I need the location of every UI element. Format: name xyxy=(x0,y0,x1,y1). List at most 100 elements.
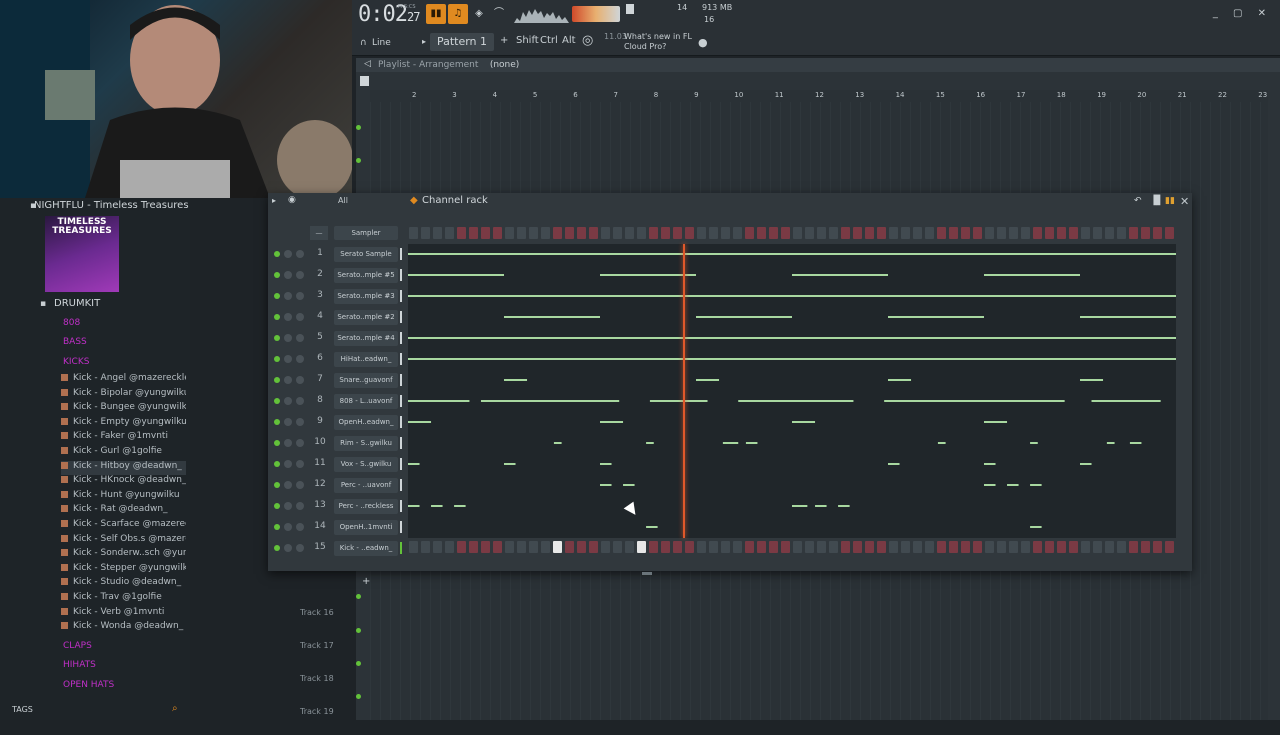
channel-name-button[interactable]: HiHat..eadwn_ xyxy=(334,352,398,367)
master-pitch-slider[interactable] xyxy=(626,4,634,14)
step-button[interactable] xyxy=(877,227,886,239)
step-button[interactable] xyxy=(997,227,1006,239)
channel-volume-knob[interactable] xyxy=(296,292,304,300)
step-button[interactable] xyxy=(433,227,442,239)
channel-name-button[interactable]: Snare..guavonf xyxy=(334,373,398,388)
channel-mute-led[interactable] xyxy=(274,377,280,383)
channel-select-bar[interactable] xyxy=(400,437,402,449)
channel-pan-knob[interactable] xyxy=(284,397,292,405)
browser-file-item[interactable]: Kick - Wonda @deadwn_ xyxy=(61,621,186,635)
channel-select-bar[interactable] xyxy=(400,332,402,344)
step-button[interactable] xyxy=(1153,227,1162,239)
channel-pan-knob[interactable] xyxy=(284,544,292,552)
browser-file-item[interactable]: Kick - Studio @deadwn_ xyxy=(61,577,186,591)
channel-mixer-track[interactable]: 11 xyxy=(310,458,330,468)
channel-select-bar[interactable] xyxy=(400,521,402,533)
channel-select-bar[interactable] xyxy=(400,311,402,323)
track-17-label[interactable]: Track 17 xyxy=(300,635,360,669)
step-button[interactable] xyxy=(829,227,838,239)
channel-pan-knob[interactable] xyxy=(284,271,292,279)
channel-select-bar[interactable] xyxy=(400,416,402,428)
browser-file-item[interactable]: Kick - Self Obs.s @mazereckless xyxy=(61,534,186,548)
step-button[interactable] xyxy=(1129,227,1138,239)
alt-key[interactable]: Alt xyxy=(562,35,576,46)
channel-mute-led[interactable] xyxy=(274,314,280,320)
metronome-icon[interactable]: ◈ xyxy=(470,4,488,24)
browser-file-item[interactable]: Kick - Bungee @yungwilku xyxy=(61,402,186,416)
channel-pan-knob[interactable] xyxy=(284,439,292,447)
channel-select-bar[interactable] xyxy=(400,542,402,554)
channel-mute-led[interactable] xyxy=(274,440,280,446)
globe-icon[interactable]: ● xyxy=(698,36,708,49)
channel-volume-knob[interactable] xyxy=(296,397,304,405)
channel-pan-knob[interactable] xyxy=(284,460,292,468)
browser-folder-drumkit[interactable]: DRUMKIT xyxy=(54,298,100,309)
channel-rack-title[interactable]: Channel rack xyxy=(422,195,488,206)
channel-volume-knob[interactable] xyxy=(296,439,304,447)
step-button[interactable] xyxy=(709,227,718,239)
channel-volume-knob[interactable] xyxy=(296,460,304,468)
playlist-snap-icon[interactable] xyxy=(360,76,369,86)
step-button[interactable] xyxy=(1117,227,1126,239)
channel-pan-knob[interactable] xyxy=(284,334,292,342)
channel-volume-knob[interactable] xyxy=(296,376,304,384)
channel-pan-knob[interactable] xyxy=(284,355,292,363)
track-2-led[interactable] xyxy=(356,158,361,163)
step-button[interactable] xyxy=(493,227,502,239)
master-volume-meter[interactable] xyxy=(572,6,620,22)
channel-volume-knob[interactable] xyxy=(296,313,304,321)
channel-mute-led[interactable] xyxy=(274,482,280,488)
channel-select-bar[interactable] xyxy=(400,500,402,512)
swing-knob-icon[interactable]: ◉ xyxy=(288,195,296,205)
step-button[interactable] xyxy=(529,227,538,239)
step-button[interactable] xyxy=(601,227,610,239)
step-button[interactable] xyxy=(505,227,514,239)
window-controls[interactable]: _ ▢ ✕ xyxy=(1213,8,1272,19)
channel-volume-knob[interactable] xyxy=(296,544,304,552)
channel-select-bar[interactable] xyxy=(400,395,402,407)
song-mode-button[interactable]: ♫ xyxy=(448,4,468,24)
step-button[interactable] xyxy=(625,227,634,239)
channel-select-bar[interactable] xyxy=(400,290,402,302)
channel-mute-led[interactable] xyxy=(274,461,280,467)
search-icon[interactable]: ⌕ xyxy=(172,703,178,714)
step-button[interactable] xyxy=(949,227,958,239)
folder-open-hats[interactable]: OPEN HATS xyxy=(63,680,114,690)
rack-header-btn[interactable]: — xyxy=(310,226,328,240)
browser-file-item[interactable]: Kick - Bipolar @yungwilku xyxy=(61,388,186,402)
rack-scroll-handle[interactable] xyxy=(642,572,652,575)
channel-volume-knob[interactable] xyxy=(296,523,304,531)
step-button[interactable] xyxy=(757,227,766,239)
channel-mute-led[interactable] xyxy=(274,251,280,257)
step-button[interactable] xyxy=(805,227,814,239)
browser-file-item[interactable]: Kick - Faker @1mvnti xyxy=(61,431,186,445)
channel-mute-led[interactable] xyxy=(274,503,280,509)
step-button[interactable] xyxy=(541,227,550,239)
close-icon[interactable]: ✕ xyxy=(1180,195,1189,208)
step-button[interactable] xyxy=(1045,227,1054,239)
step-button[interactable] xyxy=(937,227,946,239)
step-button[interactable] xyxy=(1105,227,1114,239)
folder-808[interactable]: 808 xyxy=(63,318,80,328)
shift-key[interactable]: Shift xyxy=(516,35,539,46)
channel-volume-knob[interactable] xyxy=(296,481,304,489)
channel-select-bar[interactable] xyxy=(400,269,402,281)
channel-volume-knob[interactable] xyxy=(296,250,304,258)
channel-mute-led[interactable] xyxy=(274,293,280,299)
channel-mixer-track[interactable]: 8 xyxy=(310,395,330,405)
news-icon[interactable]: ◎ xyxy=(582,33,593,48)
channel-mute-led[interactable] xyxy=(274,545,280,551)
step-button[interactable] xyxy=(685,227,694,239)
play-icon[interactable]: ▸ xyxy=(422,37,426,46)
step-button[interactable] xyxy=(793,227,802,239)
channel-mixer-track[interactable]: 13 xyxy=(310,500,330,510)
browser-file-item[interactable]: Kick - Angel @mazereckless xyxy=(61,373,186,387)
channel-mixer-track[interactable]: 7 xyxy=(310,374,330,384)
step-button[interactable] xyxy=(1021,227,1030,239)
track-19-label[interactable]: Track 19 xyxy=(300,701,360,735)
step-button[interactable] xyxy=(925,227,934,239)
step-button[interactable] xyxy=(901,227,910,239)
browser-file-item[interactable]: Kick - Scarface @mazereckless xyxy=(61,519,186,533)
step-button[interactable] xyxy=(817,227,826,239)
track-17-led[interactable] xyxy=(356,628,361,633)
